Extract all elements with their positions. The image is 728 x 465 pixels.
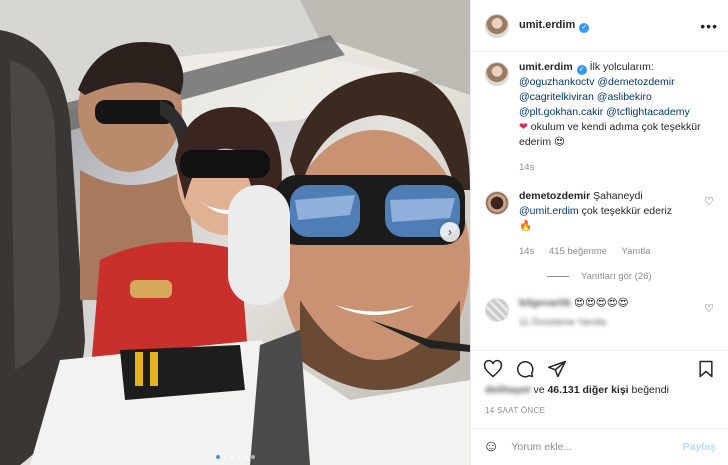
- comment-input[interactable]: [511, 441, 683, 453]
- likes-count[interactable]: 46.131 diğer kişi: [547, 384, 628, 396]
- blush-emoji: 😍: [554, 136, 565, 148]
- post-header: umit.erdim ✓ •••: [471, 0, 728, 52]
- likes-summary: delihayet ve 46.131 diğer kişi beğendi: [485, 384, 669, 396]
- post-timestamp[interactable]: 14 SAAT ÖNCE: [485, 406, 545, 415]
- share-icon[interactable]: [547, 359, 567, 379]
- author-username[interactable]: umit.erdim ✓: [519, 19, 590, 33]
- emoji-icon[interactable]: ☺: [483, 438, 499, 456]
- carousel-dot[interactable]: [236, 455, 241, 459]
- cockpit-selfie-image: [0, 0, 470, 465]
- post-comment-button[interactable]: Paylaş: [683, 441, 716, 453]
- add-comment-bar: ☺ Paylaş: [471, 428, 728, 465]
- action-bar: [471, 350, 728, 386]
- mention-link[interactable]: @cagritelkiviran: [519, 91, 594, 103]
- caption-username[interactable]: umit.erdim: [519, 61, 573, 73]
- carousel-dot[interactable]: [250, 455, 255, 459]
- avatar[interactable]: [485, 298, 509, 322]
- comment-item: demetozdemir Şahaneydi @umit.erdim çok t…: [485, 189, 718, 259]
- caption-text-outro: okulum ve kendi adıma çok teşekkür ederi…: [519, 121, 701, 148]
- post-details-panel: umit.erdim ✓ ••• umit.erdim ✓ İlk yolcular…: [470, 0, 728, 465]
- mention-link[interactable]: @demetozdemir: [597, 76, 674, 88]
- comment-text: 😍😍😍😍😍: [573, 297, 629, 309]
- verified-badge-icon: ✓: [576, 65, 587, 75]
- reply-button[interactable]: Yanıtla: [622, 246, 651, 257]
- likes-conjunction: ve: [533, 384, 545, 396]
- comment-username[interactable]: bilgevarlik: [519, 297, 571, 309]
- comment-username[interactable]: demetozdemir: [519, 190, 590, 202]
- caption-age[interactable]: 14s: [519, 162, 534, 173]
- likes-suffix: beğendi: [631, 384, 669, 396]
- caption-text-intro: İlk yolcularım:: [589, 61, 654, 73]
- avatar[interactable]: [485, 13, 509, 38]
- carousel-dot[interactable]: [243, 455, 248, 459]
- comment-item: bilgevarlik 😍😍😍😍😍 11 Önceleme Yanıtla ♡: [485, 296, 718, 330]
- mention-link[interactable]: @aslibekiro: [597, 91, 652, 103]
- liker-username[interactable]: delihayet: [485, 384, 531, 396]
- comment-icon[interactable]: [515, 359, 535, 379]
- avatar[interactable]: [485, 62, 509, 86]
- instagram-post: › umit.erdim ✓ ••• umit.erdim ✓ İlk yolcul…: [0, 0, 728, 465]
- red-heart-emoji: ❤: [519, 121, 528, 133]
- comment-text: Şahaneydi: [593, 190, 643, 202]
- carousel-dot[interactable]: [215, 455, 220, 459]
- comment-meta: 11 Önceleme Yanıtla: [519, 317, 607, 328]
- carousel-dot[interactable]: [222, 455, 227, 459]
- comment-age[interactable]: 14s: [519, 246, 534, 257]
- comment-likes[interactable]: 415 beğenme: [549, 246, 607, 257]
- chevron-right-icon[interactable]: ›: [440, 222, 460, 242]
- heart-outline-icon[interactable]: ♡: [704, 302, 714, 315]
- avatar[interactable]: [485, 191, 509, 215]
- view-replies-button[interactable]: Yanıtları gör (26): [547, 271, 718, 282]
- carousel-dots: [0, 455, 470, 459]
- post-photo[interactable]: ›: [0, 0, 470, 465]
- mention-link[interactable]: @oguzhankoctv: [519, 76, 594, 88]
- heart-outline-icon[interactable]: ♡: [704, 195, 714, 208]
- ellipsis-icon[interactable]: •••: [700, 18, 718, 34]
- fire-emoji: 🔥: [519, 220, 533, 232]
- comments-list: umit.erdim ✓ İlk yolcularım: @oguzhankoct…: [485, 60, 718, 330]
- mention-link[interactable]: @tcflightacademy: [606, 106, 690, 118]
- comment-text-2: çok teşekkür ederiz: [581, 205, 673, 217]
- caption: umit.erdim ✓ İlk yolcularım: @oguzhankoct…: [485, 60, 718, 175]
- verified-badge-icon: ✓: [579, 22, 590, 33]
- bookmark-icon[interactable]: [696, 359, 716, 379]
- heart-icon[interactable]: [483, 359, 503, 379]
- mention-link[interactable]: @umit.erdim: [519, 205, 579, 217]
- carousel-dot[interactable]: [229, 455, 234, 459]
- mention-link[interactable]: @plt.gokhan.cakir: [519, 106, 603, 118]
